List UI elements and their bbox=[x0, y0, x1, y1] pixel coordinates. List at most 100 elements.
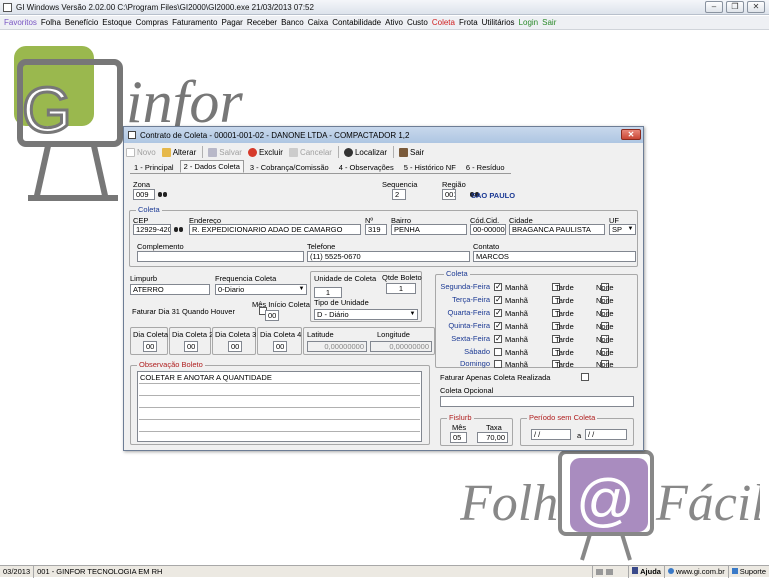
mes-inicio-field[interactable]: 00 bbox=[265, 310, 279, 321]
menu-coleta[interactable]: Coleta bbox=[432, 18, 455, 27]
chevron-down-icon[interactable]: ▼ bbox=[408, 310, 417, 319]
uf-select[interactable]: SP ▼ bbox=[609, 224, 636, 235]
frequencia-select[interactable]: 0-Diario ▼ bbox=[215, 284, 307, 295]
tab-principal[interactable]: 1 - Principal bbox=[130, 161, 178, 173]
cep-field[interactable]: 12929-420 bbox=[133, 224, 171, 235]
coleta-opcional-field[interactable] bbox=[440, 396, 634, 407]
schedule-checkbox[interactable] bbox=[494, 321, 502, 330]
qtde-boleto-label: Qtde Boleto bbox=[382, 273, 422, 282]
grid-line bbox=[139, 383, 420, 384]
dia-coleta-2-field[interactable]: 00 bbox=[184, 341, 198, 352]
menu-folha[interactable]: Folha bbox=[41, 18, 61, 27]
schedule-checkbox[interactable] bbox=[494, 295, 502, 304]
dialog-titlebar: Contrato de Coleta - 00001-001-02 - DANO… bbox=[124, 127, 643, 143]
menu-sair[interactable]: Sair bbox=[542, 18, 556, 27]
menu-favoritos[interactable]: Favoritos bbox=[4, 18, 37, 27]
dia-coleta-1-field[interactable]: 00 bbox=[143, 341, 157, 352]
schedule-period-label: Manhã bbox=[505, 321, 528, 331]
schedule-period-label: Tarde bbox=[555, 334, 574, 344]
regiao-field[interactable]: 001 bbox=[442, 189, 456, 200]
fislurb-mes-field[interactable]: 05 bbox=[450, 432, 467, 443]
restore-button[interactable]: ❐ bbox=[726, 1, 744, 13]
tab-observacoes[interactable]: 4 - Observações bbox=[335, 161, 398, 173]
fislurb-taxa-field[interactable]: 70,00 bbox=[477, 432, 508, 443]
schedule-period-label: Noite bbox=[596, 360, 614, 370]
cep-search-icon[interactable] bbox=[174, 225, 184, 233]
codcid-field[interactable]: 00-00000 bbox=[470, 224, 506, 235]
schedule-day-label: Quarta-Feira bbox=[447, 307, 490, 317]
suporte-link[interactable]: Suporte bbox=[729, 566, 769, 578]
cidade-field[interactable]: BRAGANCA PAULISTA bbox=[509, 224, 605, 235]
menu-compras[interactable]: Compras bbox=[136, 18, 168, 27]
cancelar-button[interactable]: Cancelar bbox=[288, 147, 332, 157]
faturar-apenas-checkbox[interactable] bbox=[580, 373, 589, 381]
menu-ativo[interactable]: Ativo bbox=[385, 18, 403, 27]
tab-historico-nf[interactable]: 5 - Histórico NF bbox=[400, 161, 460, 173]
menu-frota[interactable]: Frota bbox=[459, 18, 478, 27]
complemento-field[interactable] bbox=[137, 251, 304, 262]
telefone-field[interactable]: (11) 5525-0670 bbox=[307, 251, 470, 262]
menu-beneficio[interactable]: Benefício bbox=[65, 18, 98, 27]
zona-field[interactable]: 009 bbox=[133, 189, 155, 200]
chevron-down-icon[interactable]: ▼ bbox=[626, 225, 635, 234]
window-titlebar: GI Windows Versão 2.02.00 C:\Program Fil… bbox=[0, 0, 769, 15]
localizar-button[interactable]: Localizar bbox=[343, 147, 387, 157]
telefone-label: Telefone bbox=[307, 242, 336, 251]
tab-dados-coleta[interactable]: 2 - Dados Coleta bbox=[179, 160, 244, 173]
obs-boleto-grid[interactable]: COLETAR E ANOTAR A QUANTIDADE bbox=[137, 371, 422, 442]
menu-contabilidade[interactable]: Contabilidade bbox=[332, 18, 381, 27]
menu-utilitarios[interactable]: Utilitários bbox=[482, 18, 515, 27]
dialog-close-button[interactable]: ✕ bbox=[621, 129, 641, 140]
schedule-checkbox[interactable] bbox=[494, 334, 502, 343]
schedule-checkbox[interactable] bbox=[494, 347, 502, 356]
salvar-button[interactable]: Salvar bbox=[208, 147, 242, 157]
schedule-day-label: Terça-Feira bbox=[452, 294, 490, 304]
zona-label: Zona bbox=[133, 180, 151, 189]
menu-estoque[interactable]: Estoque bbox=[102, 18, 131, 27]
excluir-button[interactable]: Excluir bbox=[247, 147, 283, 157]
periodo-de-field[interactable]: / / bbox=[531, 429, 571, 440]
bairro-field[interactable]: PENHA bbox=[391, 224, 467, 235]
geo-group: Latitude 0,00000000 Longitude 0,00000000 bbox=[303, 327, 435, 355]
menu-caixa[interactable]: Caixa bbox=[308, 18, 328, 27]
tipo-unidade-select[interactable]: D - Diário ▼ bbox=[314, 309, 418, 320]
tab-cobranca-comissao[interactable]: 3 - Cobrança/Comissão bbox=[246, 161, 333, 173]
dia-coleta-1: Dia Coleta 00 bbox=[130, 327, 168, 355]
novo-button[interactable]: Novo bbox=[126, 147, 156, 157]
schedule-checkbox[interactable] bbox=[494, 360, 502, 369]
menu-faturamento[interactable]: Faturamento bbox=[172, 18, 217, 27]
periodo-ate-field[interactable]: / / bbox=[585, 429, 627, 440]
limpurb-field[interactable]: ATERRO bbox=[130, 284, 210, 295]
sequencia-field[interactable]: 2 bbox=[392, 189, 406, 200]
obs-boleto-title: Observação Boleto bbox=[137, 360, 205, 369]
schedule-checkbox[interactable] bbox=[494, 308, 502, 317]
tab-residuo[interactable]: 6 - Resíduo bbox=[462, 161, 509, 173]
endereco-field[interactable]: R. EXPEDICIONARIO ADAO DE CAMARGO bbox=[189, 224, 361, 235]
dia-coleta-4-field[interactable]: 00 bbox=[273, 341, 287, 352]
schedule-period-label: Tarde bbox=[555, 295, 574, 305]
ajuda-link[interactable]: Ajuda bbox=[629, 565, 665, 578]
window-title: GI Windows Versão 2.02.00 C:\Program Fil… bbox=[16, 2, 314, 12]
longitude-field[interactable]: 0,00000000 bbox=[370, 341, 432, 352]
chevron-down-icon[interactable]: ▼ bbox=[297, 285, 306, 294]
numero-field[interactable]: 319 bbox=[365, 224, 387, 235]
zona-search-icon[interactable] bbox=[158, 190, 168, 198]
dia-coleta-3-field[interactable]: 00 bbox=[228, 341, 242, 352]
qtde-boleto-field[interactable]: 1 bbox=[386, 283, 416, 294]
schedule-checkbox[interactable] bbox=[494, 282, 502, 291]
menu-pagar[interactable]: Pagar bbox=[221, 18, 242, 27]
minimize-button[interactable]: – bbox=[705, 1, 723, 13]
close-window-button[interactable]: ✕ bbox=[747, 1, 765, 13]
sair-button[interactable]: Sair bbox=[398, 147, 424, 157]
schedule-period-label: Noite bbox=[596, 347, 614, 357]
menu-banco[interactable]: Banco bbox=[281, 18, 304, 27]
menu-custo[interactable]: Custo bbox=[407, 18, 428, 27]
menu-login[interactable]: Login bbox=[519, 18, 539, 27]
alterar-button[interactable]: Alterar bbox=[161, 147, 196, 157]
unidade-coleta-field[interactable]: 1 bbox=[314, 287, 342, 298]
schedule-period-label: Manhã bbox=[505, 334, 528, 344]
menu-receber[interactable]: Receber bbox=[247, 18, 277, 27]
site-link[interactable]: www.gi.com.br bbox=[665, 565, 729, 578]
latitude-field[interactable]: 0,00000000 bbox=[307, 341, 367, 352]
contato-field[interactable]: MARCOS bbox=[473, 251, 636, 262]
